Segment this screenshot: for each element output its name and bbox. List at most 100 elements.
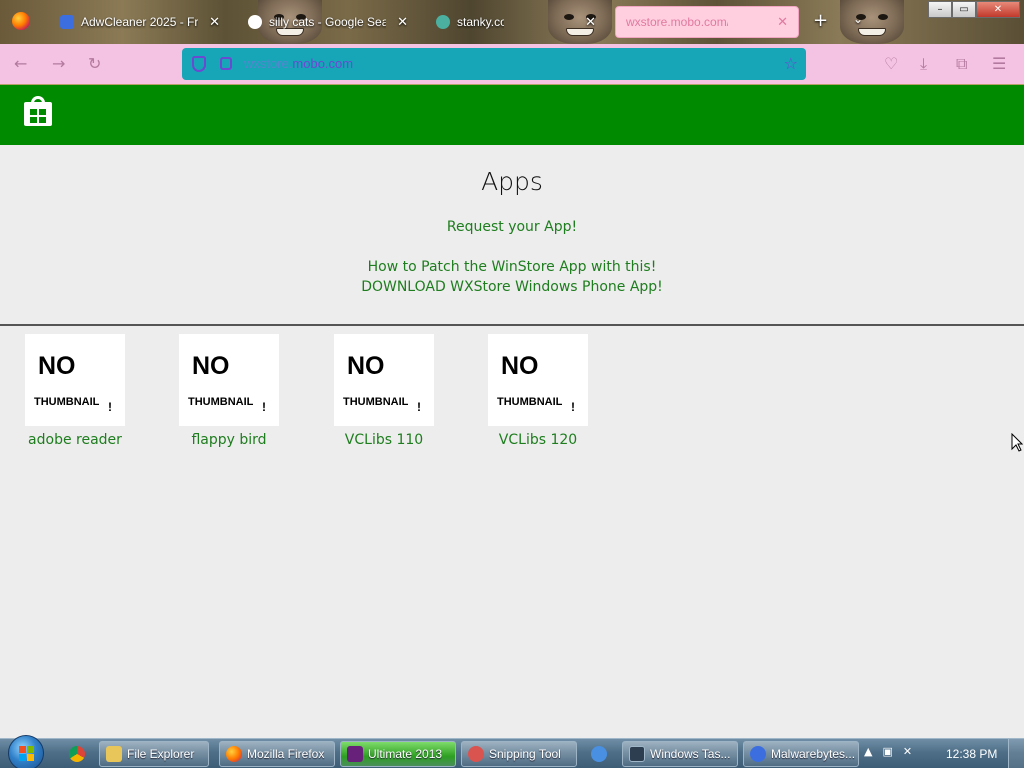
extensions-icon[interactable]: ⧉ — [956, 54, 967, 74]
tab-title: silly cats - Google Search — [269, 15, 387, 29]
taskbar-task-manager[interactable]: Windows Tas... — [622, 741, 738, 767]
visual-studio-icon — [347, 746, 363, 762]
navigation-toolbar: ← → ↻ wxstore.mobo.com ☆ ♡ ⤓ ⧉ ☰ — [0, 44, 1024, 84]
taskbar-label: Malwarebytes... — [771, 747, 856, 761]
firefox-icon — [226, 746, 242, 762]
thumbnail-exclamation: ! — [417, 400, 421, 414]
no-thumbnail-image[interactable]: NO THUMBNAIL ! — [179, 334, 279, 426]
thumbnail-label-text: THUMBNAIL — [188, 396, 254, 408]
thumbnail-exclamation: ! — [108, 400, 112, 414]
thumbnail-label-text: THUMBNAIL — [343, 396, 409, 408]
tab-adwcleaner[interactable]: AdwCleaner 2025 - Free ✕ — [50, 4, 230, 40]
page-title: Apps — [481, 167, 543, 196]
windows-logo-icon — [19, 746, 35, 762]
thumbnail-label-text: THUMBNAIL — [497, 396, 563, 408]
url-domain: mobo.com — [292, 56, 354, 71]
app-tile[interactable]: NO THUMBNAIL ! VCLibs 120 — [488, 334, 588, 448]
taskbar-clock[interactable]: 12:38 PM — [946, 747, 997, 761]
menu-hamburger-icon[interactable]: ☰ — [992, 54, 1006, 74]
windows-taskbar: File Explorer Mozilla Firefox Ultimate 2… — [0, 735, 1024, 768]
back-arrow-icon[interactable]: ← — [14, 54, 27, 74]
section-divider — [0, 324, 1024, 326]
taskbar-firefox[interactable]: Mozilla Firefox — [219, 741, 335, 767]
thumbnail-no-text: NO — [192, 352, 230, 380]
browser-tab-strip: AdwCleaner 2025 - Free ✕ silly cats - Go… — [0, 0, 1024, 44]
app-tile[interactable]: NO THUMBNAIL ! flappy bird — [179, 334, 279, 448]
wallpaper-face — [840, 0, 904, 44]
url-subdomain: wxstore. — [244, 56, 293, 71]
folder-icon — [106, 746, 122, 762]
thumbnail-no-text: NO — [347, 352, 385, 380]
ie-pinned-button[interactable] — [584, 741, 614, 767]
window-controls: – ▭ ✕ — [928, 1, 1020, 18]
tab-title: stanky.com — [457, 15, 505, 29]
thumbnail-exclamation: ! — [571, 400, 575, 414]
new-tab-button[interactable]: + — [813, 10, 828, 31]
taskbar-label: Mozilla Firefox — [247, 747, 325, 761]
close-window-button[interactable]: ✕ — [976, 1, 1020, 18]
forward-arrow-icon[interactable]: → — [52, 54, 65, 74]
url-text[interactable]: wxstore.mobo.com — [244, 56, 353, 71]
thumbnail-exclamation: ! — [262, 400, 266, 414]
no-thumbnail-image[interactable]: NO THUMBNAIL ! — [488, 334, 588, 426]
tab-silly-cats[interactable]: silly cats - Google Search ✕ — [238, 4, 418, 40]
firefox-icon[interactable] — [12, 12, 30, 30]
malwarebytes-icon — [60, 15, 74, 29]
site-header — [0, 85, 1024, 145]
tab-wxstore[interactable]: wxstore.mobo.com/ ✕ — [615, 6, 799, 38]
taskbar-file-explorer[interactable]: File Explorer — [99, 741, 209, 767]
store-bag-icon[interactable] — [24, 96, 52, 128]
system-tray: ▲ ▣ ✕ — [864, 745, 912, 758]
scissors-icon — [468, 746, 484, 762]
taskbar-snipping-tool[interactable]: Snipping Tool — [461, 741, 577, 767]
url-bar[interactable]: wxstore.mobo.com ☆ — [182, 48, 806, 80]
start-button[interactable] — [8, 735, 44, 768]
close-tab-icon[interactable]: ✕ — [585, 14, 596, 30]
taskbar-label: File Explorer — [127, 747, 195, 761]
mouse-cursor-icon — [1011, 433, 1023, 452]
close-tab-icon[interactable]: ✕ — [397, 14, 408, 30]
taskbar-label: Snipping Tool — [489, 747, 561, 761]
minimize-button[interactable]: – — [928, 1, 952, 18]
volume-muted-icon[interactable]: ✕ — [903, 745, 912, 758]
reload-icon[interactable]: ↻ — [88, 54, 101, 74]
downloads-icon[interactable]: ⤓ — [920, 54, 927, 74]
show-hidden-icons-icon[interactable]: ▲ — [864, 745, 872, 758]
app-name-link[interactable]: flappy bird — [179, 432, 279, 448]
request-app-link[interactable]: Request your App! — [0, 219, 1024, 235]
app-tile[interactable]: NO THUMBNAIL ! adobe reader — [25, 334, 125, 448]
maximize-button[interactable]: ▭ — [952, 1, 976, 18]
no-thumbnail-image[interactable]: NO THUMBNAIL ! — [25, 334, 125, 426]
tab-stanky[interactable]: stanky.com ✕ — [426, 4, 606, 40]
no-thumbnail-image[interactable]: NO THUMBNAIL ! — [334, 334, 434, 426]
internet-explorer-icon — [591, 746, 607, 762]
network-icon[interactable]: ▣ — [882, 745, 892, 758]
tab-title: AdwCleaner 2025 - Free — [81, 15, 199, 29]
google-icon — [248, 15, 262, 29]
download-wxstore-link[interactable]: DOWNLOAD WXStore Windows Phone App! — [0, 279, 1024, 295]
pocket-icon[interactable]: ♡ — [884, 54, 898, 74]
globe-icon — [436, 15, 450, 29]
task-manager-icon — [629, 746, 645, 762]
thumbnail-no-text: NO — [38, 352, 76, 380]
thumbnail-label-text: THUMBNAIL — [34, 396, 100, 408]
tracking-shield-icon[interactable] — [192, 56, 206, 72]
tab-title: wxstore.mobo.com/ — [626, 15, 729, 29]
app-tile[interactable]: NO THUMBNAIL ! VCLibs 110 — [334, 334, 434, 448]
patch-winstore-link[interactable]: How to Patch the WinStore App with this! — [0, 259, 1024, 275]
close-tab-icon[interactable]: ✕ — [777, 14, 788, 30]
thumbnail-no-text: NO — [501, 352, 539, 380]
close-tab-icon[interactable]: ✕ — [209, 14, 220, 30]
app-name-link[interactable]: VCLibs 110 — [334, 432, 434, 448]
chrome-pinned-button[interactable] — [62, 741, 92, 767]
site-info-lock-icon[interactable] — [220, 57, 232, 70]
tab-list-button[interactable]: ⌄ — [853, 12, 863, 26]
show-desktop-button[interactable] — [1008, 739, 1024, 768]
app-name-link[interactable]: adobe reader — [25, 432, 125, 448]
taskbar-malwarebytes[interactable]: Malwarebytes... — [743, 741, 859, 767]
bookmark-star-icon[interactable]: ☆ — [784, 54, 798, 73]
taskbar-label: Windows Tas... — [650, 747, 731, 761]
app-name-link[interactable]: VCLibs 120 — [488, 432, 588, 448]
taskbar-visual-studio[interactable]: Ultimate 2013 — [340, 741, 456, 767]
chrome-icon — [69, 746, 85, 762]
